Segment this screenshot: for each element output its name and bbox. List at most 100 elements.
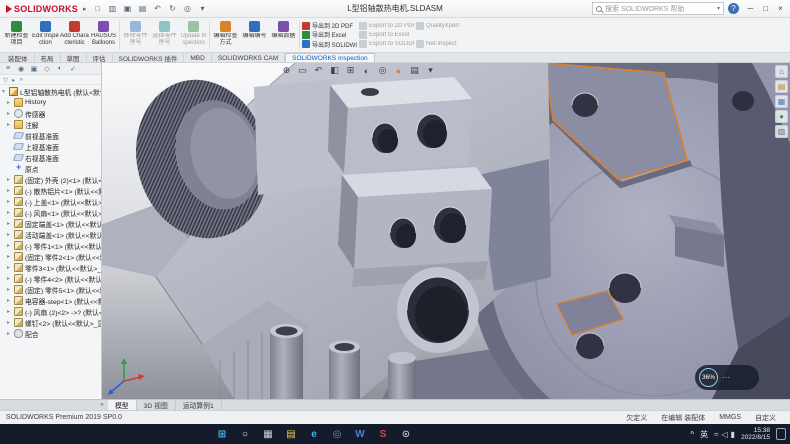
status-item[interactable]: 在编辑 装配体 bbox=[661, 413, 705, 423]
quickbar-icon[interactable]: ◎ bbox=[182, 3, 194, 15]
feature-tree-item[interactable]: ▸ (固定) 零件5<1> (默认<<默认>_显示 bbox=[0, 284, 101, 295]
feature-tree-item[interactable]: ▸ (-) 散热铝片<1> (默认<<默认>_显示状 bbox=[0, 185, 101, 196]
feature-tree-item[interactable]: 右视基准面 bbox=[0, 152, 101, 163]
feature-tree-item[interactable]: ▸ 零件3<1> (默认<<默认>_显示状态 1> bbox=[0, 262, 101, 273]
ribbon-stack-button[interactable]: Export to Excel bbox=[359, 30, 414, 39]
feature-tree-item[interactable]: ▸ 活动端盖<1> (默认<<默认>_显示状态 bbox=[0, 229, 101, 240]
tray-icon[interactable]: ▮ bbox=[731, 430, 735, 439]
task-pane-icon[interactable]: ● bbox=[775, 110, 788, 123]
feature-tree-item[interactable]: ▸ (-) 风扇 (2)<2> ->? (默认<<默认>_显 bbox=[0, 306, 101, 317]
quickbar-icon[interactable]: ▤ bbox=[137, 3, 149, 15]
ribbon-button[interactable]: Add Characteristic bbox=[60, 19, 89, 51]
feature-tree-item[interactable]: ▸ (固定) 外壳 (2)<1> (默认<<默认>_显示 bbox=[0, 174, 101, 185]
expand-arrow-icon[interactable]: ▸ bbox=[7, 209, 14, 216]
panel-tool-icon[interactable]: ▽ bbox=[3, 76, 8, 84]
task-pane-icon[interactable]: ▤ bbox=[775, 80, 788, 93]
hud-icon[interactable]: ▾ bbox=[424, 64, 437, 77]
command-tab[interactable]: 装配体 bbox=[2, 53, 35, 62]
command-tab[interactable]: SOLIDWORKS CAM bbox=[212, 53, 285, 62]
notification-button[interactable] bbox=[776, 428, 786, 440]
task-pane-icon[interactable]: ▧ bbox=[775, 125, 788, 138]
feature-tree-item[interactable]: ▸ 螺钉<2> (默认<<默认>_显示状态 1> bbox=[0, 317, 101, 328]
tabs-collapse-icon[interactable]: « bbox=[96, 400, 108, 410]
overlay-dots-icon[interactable]: ⋯ bbox=[722, 373, 731, 382]
expand-arrow-icon[interactable]: ▸ bbox=[7, 99, 14, 106]
status-item[interactable]: 自定义 bbox=[755, 413, 776, 423]
tray-icon[interactable]: ◁ bbox=[722, 430, 728, 439]
feature-tree-item[interactable]: 前视基准面 bbox=[0, 130, 101, 141]
ribbon-button[interactable]: 选择零件序号 bbox=[150, 19, 179, 51]
panel-tab[interactable]: ✓ bbox=[67, 64, 79, 74]
expand-arrow-icon[interactable]: ▸ bbox=[7, 253, 14, 260]
taskbar-clock[interactable]: 15:38 2022/8/15 bbox=[741, 427, 770, 442]
graphics-viewport[interactable]: ⊕▭↶◧⊞◐◎●▤▾ ⌂▤▦●▧ 36% ⋯ bbox=[102, 63, 790, 399]
expand-arrow-icon[interactable]: ▸ bbox=[7, 198, 14, 205]
feature-tree-item[interactable]: ▸ (-) 风扇<1> (默认<<默认>_显示状态 1 bbox=[0, 207, 101, 218]
taskbar-icon[interactable]: ⊞ bbox=[215, 426, 229, 442]
ribbon-button[interactable]: HAUSUS Balloons bbox=[89, 19, 118, 51]
command-tab[interactable]: SOLIDWORKS Inspection bbox=[285, 53, 375, 62]
ribbon-stack-button[interactable]: 导出到 Excel bbox=[302, 30, 357, 39]
hud-icon[interactable]: ↶ bbox=[312, 64, 325, 77]
window-control-button[interactable]: □ bbox=[758, 2, 773, 16]
feature-tree-item[interactable]: ▸ 传感器 bbox=[0, 108, 101, 119]
taskbar-icon[interactable]: e bbox=[307, 426, 321, 442]
document-tab[interactable]: 运动算例1 bbox=[176, 400, 222, 410]
panel-tool-icon[interactable]: » bbox=[19, 76, 23, 83]
menu-expand-icon[interactable]: ▸ bbox=[83, 5, 87, 13]
feature-tree-item[interactable]: ▸ 注解 bbox=[0, 119, 101, 130]
ribbon-button[interactable]: 编辑编号 bbox=[240, 19, 269, 51]
command-tab[interactable]: 草图 bbox=[61, 53, 87, 62]
hud-icon[interactable]: ◎ bbox=[376, 64, 389, 77]
command-tab[interactable]: 评估 bbox=[87, 53, 113, 62]
window-control-button[interactable]: × bbox=[773, 2, 788, 16]
task-pane-icon[interactable]: ⌂ bbox=[775, 65, 788, 78]
hud-icon[interactable]: ◐ bbox=[360, 64, 373, 77]
document-tab[interactable]: 3D 视图 bbox=[137, 400, 176, 410]
search-box[interactable]: 搜索 SOLIDWORKS 帮助 ▾ bbox=[592, 2, 724, 15]
3d-model-scene[interactable] bbox=[102, 63, 790, 399]
expand-arrow-icon[interactable]: ▸ bbox=[7, 231, 14, 238]
expand-arrow-icon[interactable]: ▸ bbox=[7, 264, 14, 271]
feature-tree-item[interactable]: 原点 bbox=[0, 163, 101, 174]
assembly-model[interactable] bbox=[102, 63, 790, 399]
feature-tree-item[interactable]: ▸ (固定) 零件2<1> (默认<<默认>_显示 bbox=[0, 251, 101, 262]
ribbon-stack-button[interactable]: Net-Inspect bbox=[416, 39, 462, 49]
feature-tree-item[interactable]: ▸ 电容器-step<1> (默认<<默认>_显示 bbox=[0, 295, 101, 306]
ribbon-stack-button[interactable]: 导出到 2D PDF bbox=[302, 21, 357, 30]
quickbar-icon[interactable]: ▥ bbox=[107, 3, 119, 15]
panel-tab[interactable]: ◐ bbox=[54, 64, 66, 74]
expand-arrow-icon[interactable]: ▾ bbox=[2, 88, 9, 95]
panel-tab[interactable]: ◇ bbox=[41, 64, 53, 74]
help-icon[interactable]: ? bbox=[728, 3, 739, 14]
taskbar-icon[interactable]: ▦ bbox=[261, 426, 275, 442]
quickbar-icon[interactable]: ↶ bbox=[152, 3, 164, 15]
feature-tree-item[interactable]: 上视基准面 bbox=[0, 141, 101, 152]
taskbar-icon[interactable]: ▤ bbox=[284, 426, 298, 442]
ribbon-stack-button[interactable]: Export to 2D PDF bbox=[359, 21, 414, 30]
feature-tree-item[interactable]: ▸ History bbox=[0, 97, 101, 108]
taskbar-icon[interactable]: W bbox=[353, 426, 367, 442]
ribbon-button[interactable]: Edit Inspection bbox=[31, 19, 60, 51]
ribbon-stack-button[interactable]: 导出到 SOLIDWORKS Inspection 项目 bbox=[302, 40, 357, 49]
feature-tree-item[interactable]: ▾ L型铝轴散热电机 (默认<默认>_显示状态 bbox=[0, 86, 101, 97]
expand-arrow-icon[interactable]: ▸ bbox=[7, 275, 14, 282]
quickbar-icon[interactable]: ▾ bbox=[197, 3, 209, 15]
tray-chevron-icon[interactable]: ^ bbox=[690, 430, 694, 439]
expand-arrow-icon[interactable]: ▸ bbox=[7, 319, 14, 326]
status-item[interactable]: MMGS bbox=[719, 414, 741, 421]
document-tab[interactable]: 模型 bbox=[108, 400, 137, 410]
ribbon-stack-button[interactable]: Export to SOLIDWORKS Inspection bbox=[359, 40, 414, 49]
ribbon-button[interactable]: 编辑数据 bbox=[269, 19, 298, 51]
feature-tree-item[interactable]: ▸ 配合 bbox=[0, 328, 101, 339]
ribbon-button[interactable]: 移除零件序号 bbox=[121, 19, 150, 51]
taskbar-icon[interactable]: ⊙ bbox=[399, 426, 413, 442]
command-tab[interactable]: MBD bbox=[184, 53, 211, 62]
taskbar-icon[interactable]: ○ bbox=[238, 426, 252, 442]
expand-arrow-icon[interactable]: ▸ bbox=[7, 297, 14, 304]
panel-tab[interactable]: ≡ bbox=[2, 64, 14, 74]
hud-icon[interactable]: ◧ bbox=[328, 64, 341, 77]
expand-arrow-icon[interactable]: ▸ bbox=[7, 187, 14, 194]
quickbar-icon[interactable]: ↻ bbox=[167, 3, 179, 15]
quickbar-icon[interactable]: □ bbox=[92, 3, 104, 15]
